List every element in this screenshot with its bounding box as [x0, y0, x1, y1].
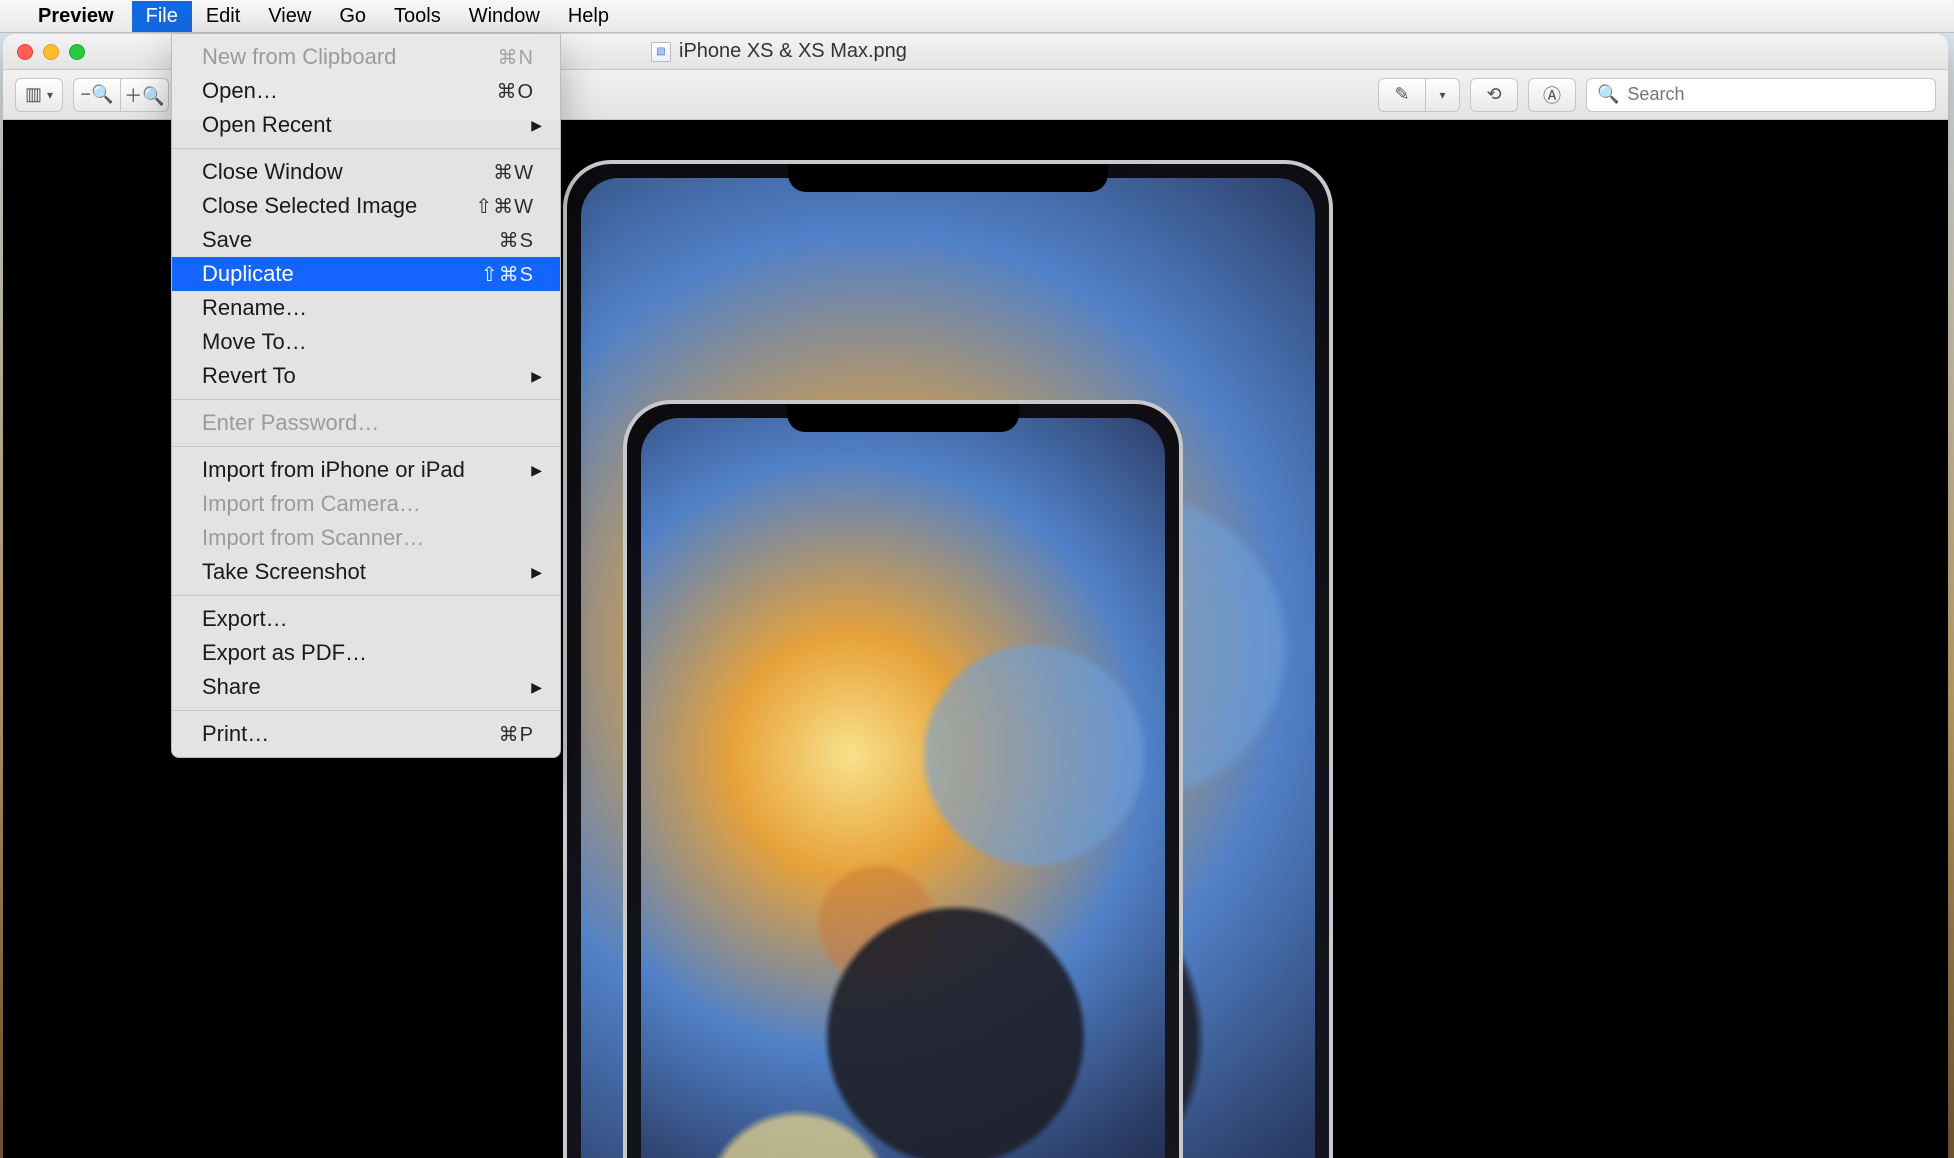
menu-item-new-from-clipboard: New from Clipboard ⌘N	[172, 40, 560, 74]
menu-help[interactable]: Help	[554, 1, 623, 32]
chevron-down-icon: ▾	[1439, 88, 1445, 102]
menu-item-label: New from Clipboard	[202, 44, 396, 70]
menu-item-label: Move To…	[202, 329, 307, 355]
menu-item-label: Open…	[202, 78, 278, 104]
file-menu-dropdown: New from Clipboard ⌘N Open… ⌘O Open Recent Cl…	[171, 33, 561, 758]
menu-item-import-from-camera: Import from Camera…	[172, 487, 560, 521]
menu-item-label: Duplicate	[202, 261, 294, 287]
menu-tools[interactable]: Tools	[380, 1, 455, 32]
menu-item-shortcut: ⇧⌘S	[481, 262, 534, 287]
menubar-app-name[interactable]: Preview	[38, 5, 114, 28]
menu-item-label: Revert To	[202, 363, 296, 389]
window-title: iPhone XS & XS Max.png	[679, 40, 907, 63]
menu-item-share[interactable]: Share	[172, 670, 560, 704]
search-icon: 🔍	[1597, 84, 1619, 105]
menu-item-move-to[interactable]: Move To…	[172, 325, 560, 359]
menubar: Preview File Edit View Go Tools Window H…	[0, 0, 1954, 33]
close-window-button[interactable]	[17, 44, 33, 60]
menu-item-label: Close Window	[202, 159, 343, 185]
search-input[interactable]	[1627, 84, 1925, 105]
menu-item-label: Open Recent	[202, 112, 332, 138]
zoom-in-icon: ＋🔍	[124, 82, 164, 108]
menu-item-shortcut: ⌘N	[498, 45, 534, 70]
menu-item-label: Import from Scanner…	[202, 525, 425, 551]
menu-item-shortcut: ⇧⌘W	[475, 194, 534, 219]
traffic-lights	[17, 44, 85, 60]
fullscreen-window-button[interactable]	[69, 44, 85, 60]
search-field[interactable]: 🔍	[1586, 78, 1936, 112]
menu-item-open[interactable]: Open… ⌘O	[172, 74, 560, 108]
menu-item-close-window[interactable]: Close Window ⌘W	[172, 155, 560, 189]
menu-item-enter-password: Enter Password…	[172, 406, 560, 440]
zoom-out-button[interactable]: −🔍	[73, 78, 121, 112]
highlight-menu-button[interactable]: ▾	[1426, 78, 1460, 112]
markup-icon: Ⓐ	[1543, 82, 1561, 108]
menu-item-label: Enter Password…	[202, 410, 379, 436]
menu-item-export-as-pdf[interactable]: Export as PDF…	[172, 636, 560, 670]
menu-item-label: Import from iPhone or iPad	[202, 457, 465, 483]
rotate-icon: ⟲	[1486, 84, 1501, 105]
menu-item-label: Export…	[202, 606, 288, 632]
markup-buttons: ✎ ▾	[1378, 78, 1460, 112]
menu-window[interactable]: Window	[455, 1, 554, 32]
sidebar-icon: ▥	[25, 84, 42, 105]
menu-item-export[interactable]: Export…	[172, 602, 560, 636]
menu-item-shortcut: ⌘O	[496, 79, 534, 104]
menu-item-take-screenshot[interactable]: Take Screenshot	[172, 555, 560, 589]
menu-item-shortcut: ⌘S	[499, 228, 534, 253]
highlighter-icon: ✎	[1394, 84, 1409, 105]
sidebar-view-button[interactable]: ▥ ▾	[15, 78, 63, 112]
menu-item-shortcut: ⌘W	[493, 160, 534, 185]
menu-item-label: Close Selected Image	[202, 193, 417, 219]
menu-item-save[interactable]: Save ⌘S	[172, 223, 560, 257]
rotate-button[interactable]: ⟲	[1470, 78, 1518, 112]
zoom-in-button[interactable]: ＋🔍	[121, 78, 169, 112]
menu-item-print[interactable]: Print… ⌘P	[172, 717, 560, 751]
menu-item-duplicate[interactable]: Duplicate ⇧⌘S	[172, 257, 560, 291]
menu-item-shortcut: ⌘P	[499, 722, 534, 747]
menu-item-import-from-iphone-or-ipad[interactable]: Import from iPhone or iPad	[172, 453, 560, 487]
markup-toolbar-button[interactable]: Ⓐ	[1528, 78, 1576, 112]
menu-go[interactable]: Go	[325, 1, 380, 32]
menu-item-import-from-scanner: Import from Scanner…	[172, 521, 560, 555]
file-proxy-icon[interactable]: ▧	[651, 42, 671, 62]
menu-item-label: Import from Camera…	[202, 491, 421, 517]
menu-item-label: Save	[202, 227, 252, 253]
menu-item-label: Share	[202, 674, 261, 700]
menu-item-label: Rename…	[202, 295, 307, 321]
menu-view[interactable]: View	[254, 1, 325, 32]
zoom-buttons: −🔍 ＋🔍	[73, 78, 169, 112]
menu-item-revert-to[interactable]: Revert To	[172, 359, 560, 393]
menu-file[interactable]: File	[132, 1, 192, 32]
iphone-xs-illustration	[623, 400, 1183, 1158]
menu-item-rename[interactable]: Rename…	[172, 291, 560, 325]
menu-item-label: Export as PDF…	[202, 640, 367, 666]
highlight-button[interactable]: ✎	[1378, 78, 1426, 112]
menu-edit[interactable]: Edit	[192, 1, 254, 32]
menu-item-open-recent[interactable]: Open Recent	[172, 108, 560, 142]
menu-item-label: Take Screenshot	[202, 559, 366, 585]
menu-item-close-selected-image[interactable]: Close Selected Image ⇧⌘W	[172, 189, 560, 223]
menu-item-label: Print…	[202, 721, 269, 747]
minimize-window-button[interactable]	[43, 44, 59, 60]
zoom-out-icon: −🔍	[81, 84, 114, 105]
chevron-down-icon: ▾	[47, 88, 53, 102]
